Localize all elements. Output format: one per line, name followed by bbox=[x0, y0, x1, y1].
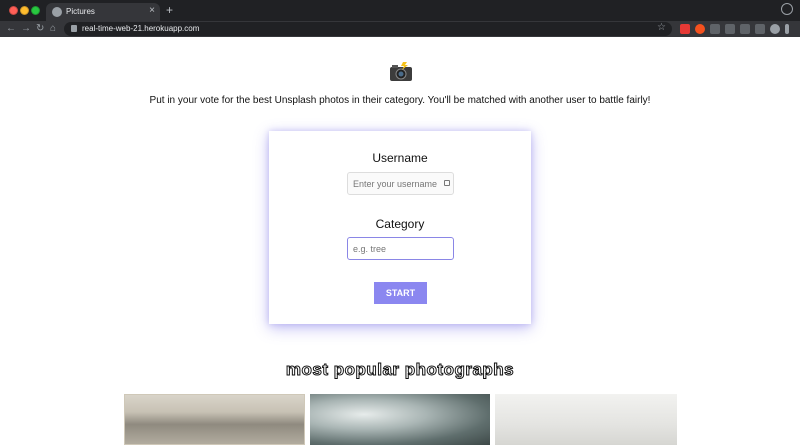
popular-photo-beach[interactable] bbox=[124, 394, 305, 445]
home-button[interactable]: ⌂ bbox=[50, 22, 56, 36]
address-bar[interactable]: real-time-web-21.herokuapp.com ☆ bbox=[64, 22, 672, 36]
browser-tab[interactable]: Pictures × bbox=[46, 3, 160, 21]
bookmark-star-icon[interactable]: ☆ bbox=[657, 22, 666, 33]
reload-button[interactable]: ↻ bbox=[36, 22, 44, 36]
tab-title: Pictures bbox=[66, 7, 95, 16]
close-window-button[interactable] bbox=[9, 6, 18, 15]
minimize-window-button[interactable] bbox=[20, 6, 29, 15]
extension-vue-icon[interactable] bbox=[710, 24, 720, 34]
page-content: Put in your vote for the best Unsplash p… bbox=[0, 37, 800, 445]
globe-icon bbox=[52, 7, 62, 17]
new-tab-button[interactable]: + bbox=[166, 3, 173, 17]
extension-orange-icon[interactable] bbox=[695, 24, 705, 34]
start-button[interactable]: START bbox=[374, 282, 427, 304]
cast-icon[interactable] bbox=[755, 24, 765, 34]
url-text: real-time-web-21.herokuapp.com bbox=[82, 24, 200, 33]
password-manager-key-icon[interactable] bbox=[444, 180, 450, 186]
intro-text: Put in your vote for the best Unsplash p… bbox=[149, 95, 651, 106]
category-input[interactable] bbox=[347, 237, 454, 260]
maximize-window-button[interactable] bbox=[31, 6, 40, 15]
username-input[interactable] bbox=[347, 172, 454, 195]
extensions-puzzle-icon[interactable] bbox=[740, 24, 750, 34]
browser-toolbar: ← → ↻ ⌂ real-time-web-21.herokuapp.com ☆ bbox=[0, 21, 800, 37]
back-button[interactable]: ← bbox=[6, 22, 16, 36]
popular-photo-fog[interactable] bbox=[495, 394, 677, 445]
category-label: Category bbox=[375, 217, 425, 231]
popular-heading: most popular photographs bbox=[285, 360, 515, 380]
kebab-menu-icon[interactable] bbox=[785, 24, 789, 34]
extension-red-icon[interactable] bbox=[680, 24, 690, 34]
forward-button[interactable]: → bbox=[21, 22, 31, 36]
camera-with-flash-icon bbox=[390, 62, 412, 81]
profile-avatar[interactable] bbox=[770, 24, 780, 34]
username-label: Username bbox=[372, 151, 428, 165]
lock-icon bbox=[71, 25, 77, 32]
extension-layers-icon[interactable] bbox=[725, 24, 735, 34]
tab-search-icon[interactable] bbox=[781, 3, 793, 15]
tab-close-icon[interactable]: × bbox=[149, 5, 155, 16]
battle-form-card: Username Category START bbox=[269, 131, 531, 324]
browser-tab-bar: Pictures × + bbox=[0, 0, 800, 21]
popular-photo-clouds[interactable] bbox=[310, 394, 490, 445]
